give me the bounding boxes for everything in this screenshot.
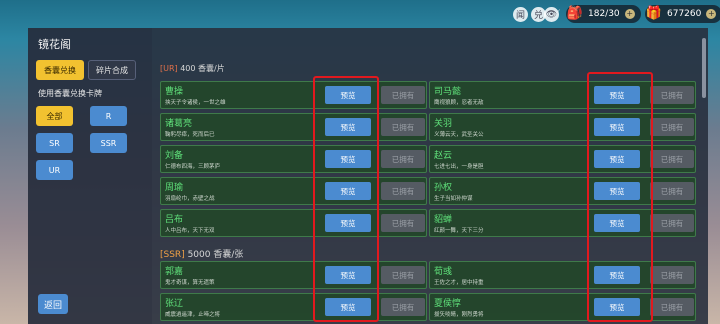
card-row: 周瑜 羽扇纶巾，赤壁之战 预览 已拥有: [160, 177, 427, 205]
card-description: 人中吕布，天下无双: [165, 228, 215, 234]
card-row: 诸葛亮 鞠躬尽瘁，死而后已 预览 已拥有: [160, 113, 427, 141]
tab-fragment-synthesis[interactable]: 碎片合成: [88, 60, 136, 80]
card-description: 红颜一舞，天下三分: [434, 228, 484, 234]
card-name: 关羽: [434, 119, 453, 129]
card-row: 郭嘉 鬼才奇谋，算无遗策 预览 已拥有: [160, 261, 427, 289]
owned-button[interactable]: 已拥有: [650, 118, 694, 136]
card-description: 七进七出，一身是胆: [434, 164, 484, 170]
card-description: 生子当如孙仲谋: [434, 196, 473, 202]
filter-r[interactable]: R: [90, 106, 127, 126]
owned-button[interactable]: 已拥有: [650, 86, 694, 104]
gift-bag-icon: 🎁: [645, 5, 663, 21]
add-gift-button[interactable]: +: [706, 9, 717, 19]
card-row: 关羽 义薄云天，武圣关公 预览 已拥有: [429, 113, 696, 141]
card-name: 貂蝉: [434, 215, 453, 225]
owned-button[interactable]: 已拥有: [650, 150, 694, 168]
card-name: 夏侯惇: [434, 299, 462, 309]
card-name: 诸葛亮: [165, 119, 193, 129]
card-description: 鹰视狼顾，忍者无敌: [434, 100, 484, 106]
owned-button[interactable]: 已拥有: [381, 182, 425, 200]
card-row: 夏侯惇 拔矢啖睛，刚烈勇将 预览 已拥有: [429, 293, 696, 321]
ur-tag: [UR]: [160, 64, 178, 73]
ur-section-header: [UR] 400 香囊/片: [160, 63, 225, 74]
card-description: 仁德布四海，三顾茅庐: [165, 164, 221, 170]
left-panel: 镜花阁 香囊兑换 碎片合成 使用香囊兑换卡牌 全部 R SR SSR UR 返回: [28, 28, 152, 324]
eye-icon[interactable]: 👁: [544, 7, 559, 22]
gift-count: 677260: [667, 9, 702, 19]
card-description: 挟天子令诸侯，一世之雄: [165, 100, 226, 106]
pouch-count: 182/30: [588, 9, 620, 19]
card-name: 孙权: [434, 183, 453, 193]
card-name: 张辽: [165, 299, 184, 309]
pouch-resource: 🎒 182/30 +: [566, 5, 641, 23]
card-description: 羽扇纶巾，赤壁之战: [165, 196, 215, 202]
card-row: 孙权 生子当如孙仲谋 预览 已拥有: [429, 177, 696, 205]
top-bar: 闻 兑 ⟋ 👁 🎒 182/30 + 🎁 677260 +: [0, 0, 720, 28]
card-name: 郭嘉: [165, 267, 184, 277]
card-name: 刘备: [165, 151, 184, 161]
ssr-price: 5000 香囊/张: [187, 250, 244, 260]
owned-button[interactable]: 已拥有: [650, 182, 694, 200]
ssr-tag: [SSR]: [160, 250, 185, 260]
filter-sr[interactable]: SR: [36, 133, 73, 153]
card-row: 刘备 仁德布四海，三顾茅庐 预览 已拥有: [160, 145, 427, 173]
pouch-icon: 🎒: [566, 5, 584, 21]
card-description: 拔矢啖睛，刚烈勇将: [434, 312, 484, 318]
card-name: 曹操: [165, 87, 184, 97]
page-title: 镜花阁: [38, 38, 71, 51]
owned-button[interactable]: 已拥有: [381, 150, 425, 168]
tab-sachet-exchange[interactable]: 香囊兑换: [36, 60, 84, 80]
highlight-box-left: [313, 76, 379, 322]
highlight-box-right: [587, 72, 653, 322]
card-row: 赵云 七进七出，一身是胆 预览 已拥有: [429, 145, 696, 173]
back-button[interactable]: 返回: [38, 294, 68, 314]
card-row: 曹操 挟天子令诸侯，一世之雄 预览 已拥有: [160, 81, 427, 109]
add-pouch-button[interactable]: +: [624, 9, 635, 19]
owned-button[interactable]: 已拥有: [381, 86, 425, 104]
owned-button[interactable]: 已拥有: [650, 214, 694, 232]
card-row: 司马懿 鹰视狼顾，忍者无敌 预览 已拥有: [429, 81, 696, 109]
card-name: 荀彧: [434, 267, 453, 277]
card-name: 周瑜: [165, 183, 184, 193]
card-row: 荀彧 王佐之才，居中持重 预览 已拥有: [429, 261, 696, 289]
card-row: 吕布 人中吕布，天下无双 预览 已拥有: [160, 209, 427, 237]
card-description: 义薄云天，武圣关公: [434, 132, 484, 138]
filter-ssr[interactable]: SSR: [90, 133, 127, 153]
owned-button[interactable]: 已拥有: [650, 266, 694, 284]
owned-button[interactable]: 已拥有: [381, 118, 425, 136]
card-name: 司马懿: [434, 87, 462, 97]
card-description: 鞠躬尽瘁，死而后已: [165, 132, 215, 138]
card-name: 吕布: [165, 215, 184, 225]
card-row: 张辽 威震逍遥津，止啼之将 预览 已拥有: [160, 293, 427, 321]
scrollbar[interactable]: [702, 38, 706, 98]
owned-button[interactable]: 已拥有: [381, 214, 425, 232]
filter-all[interactable]: 全部: [36, 106, 73, 126]
owned-button[interactable]: 已拥有: [381, 298, 425, 316]
owned-button[interactable]: 已拥有: [650, 298, 694, 316]
card-description: 王佐之才，居中持重: [434, 280, 484, 286]
news-icon[interactable]: 闻: [513, 7, 528, 22]
card-row: 貂蝉 红颜一舞，天下三分 预览 已拥有: [429, 209, 696, 237]
card-name: 赵云: [434, 151, 453, 161]
card-description: 威震逍遥津，止啼之将: [165, 312, 221, 318]
ssr-section-header: [SSR] 5000 香囊/张: [160, 247, 243, 260]
card-description: 鬼才奇谋，算无遗策: [165, 280, 215, 286]
ur-price: 400 香囊/片: [180, 64, 225, 73]
gift-resource: 🎁 677260 +: [645, 5, 720, 23]
filter-ur[interactable]: UR: [36, 160, 73, 180]
owned-button[interactable]: 已拥有: [381, 266, 425, 284]
exchange-subtitle: 使用香囊兑换卡牌: [38, 89, 102, 98]
